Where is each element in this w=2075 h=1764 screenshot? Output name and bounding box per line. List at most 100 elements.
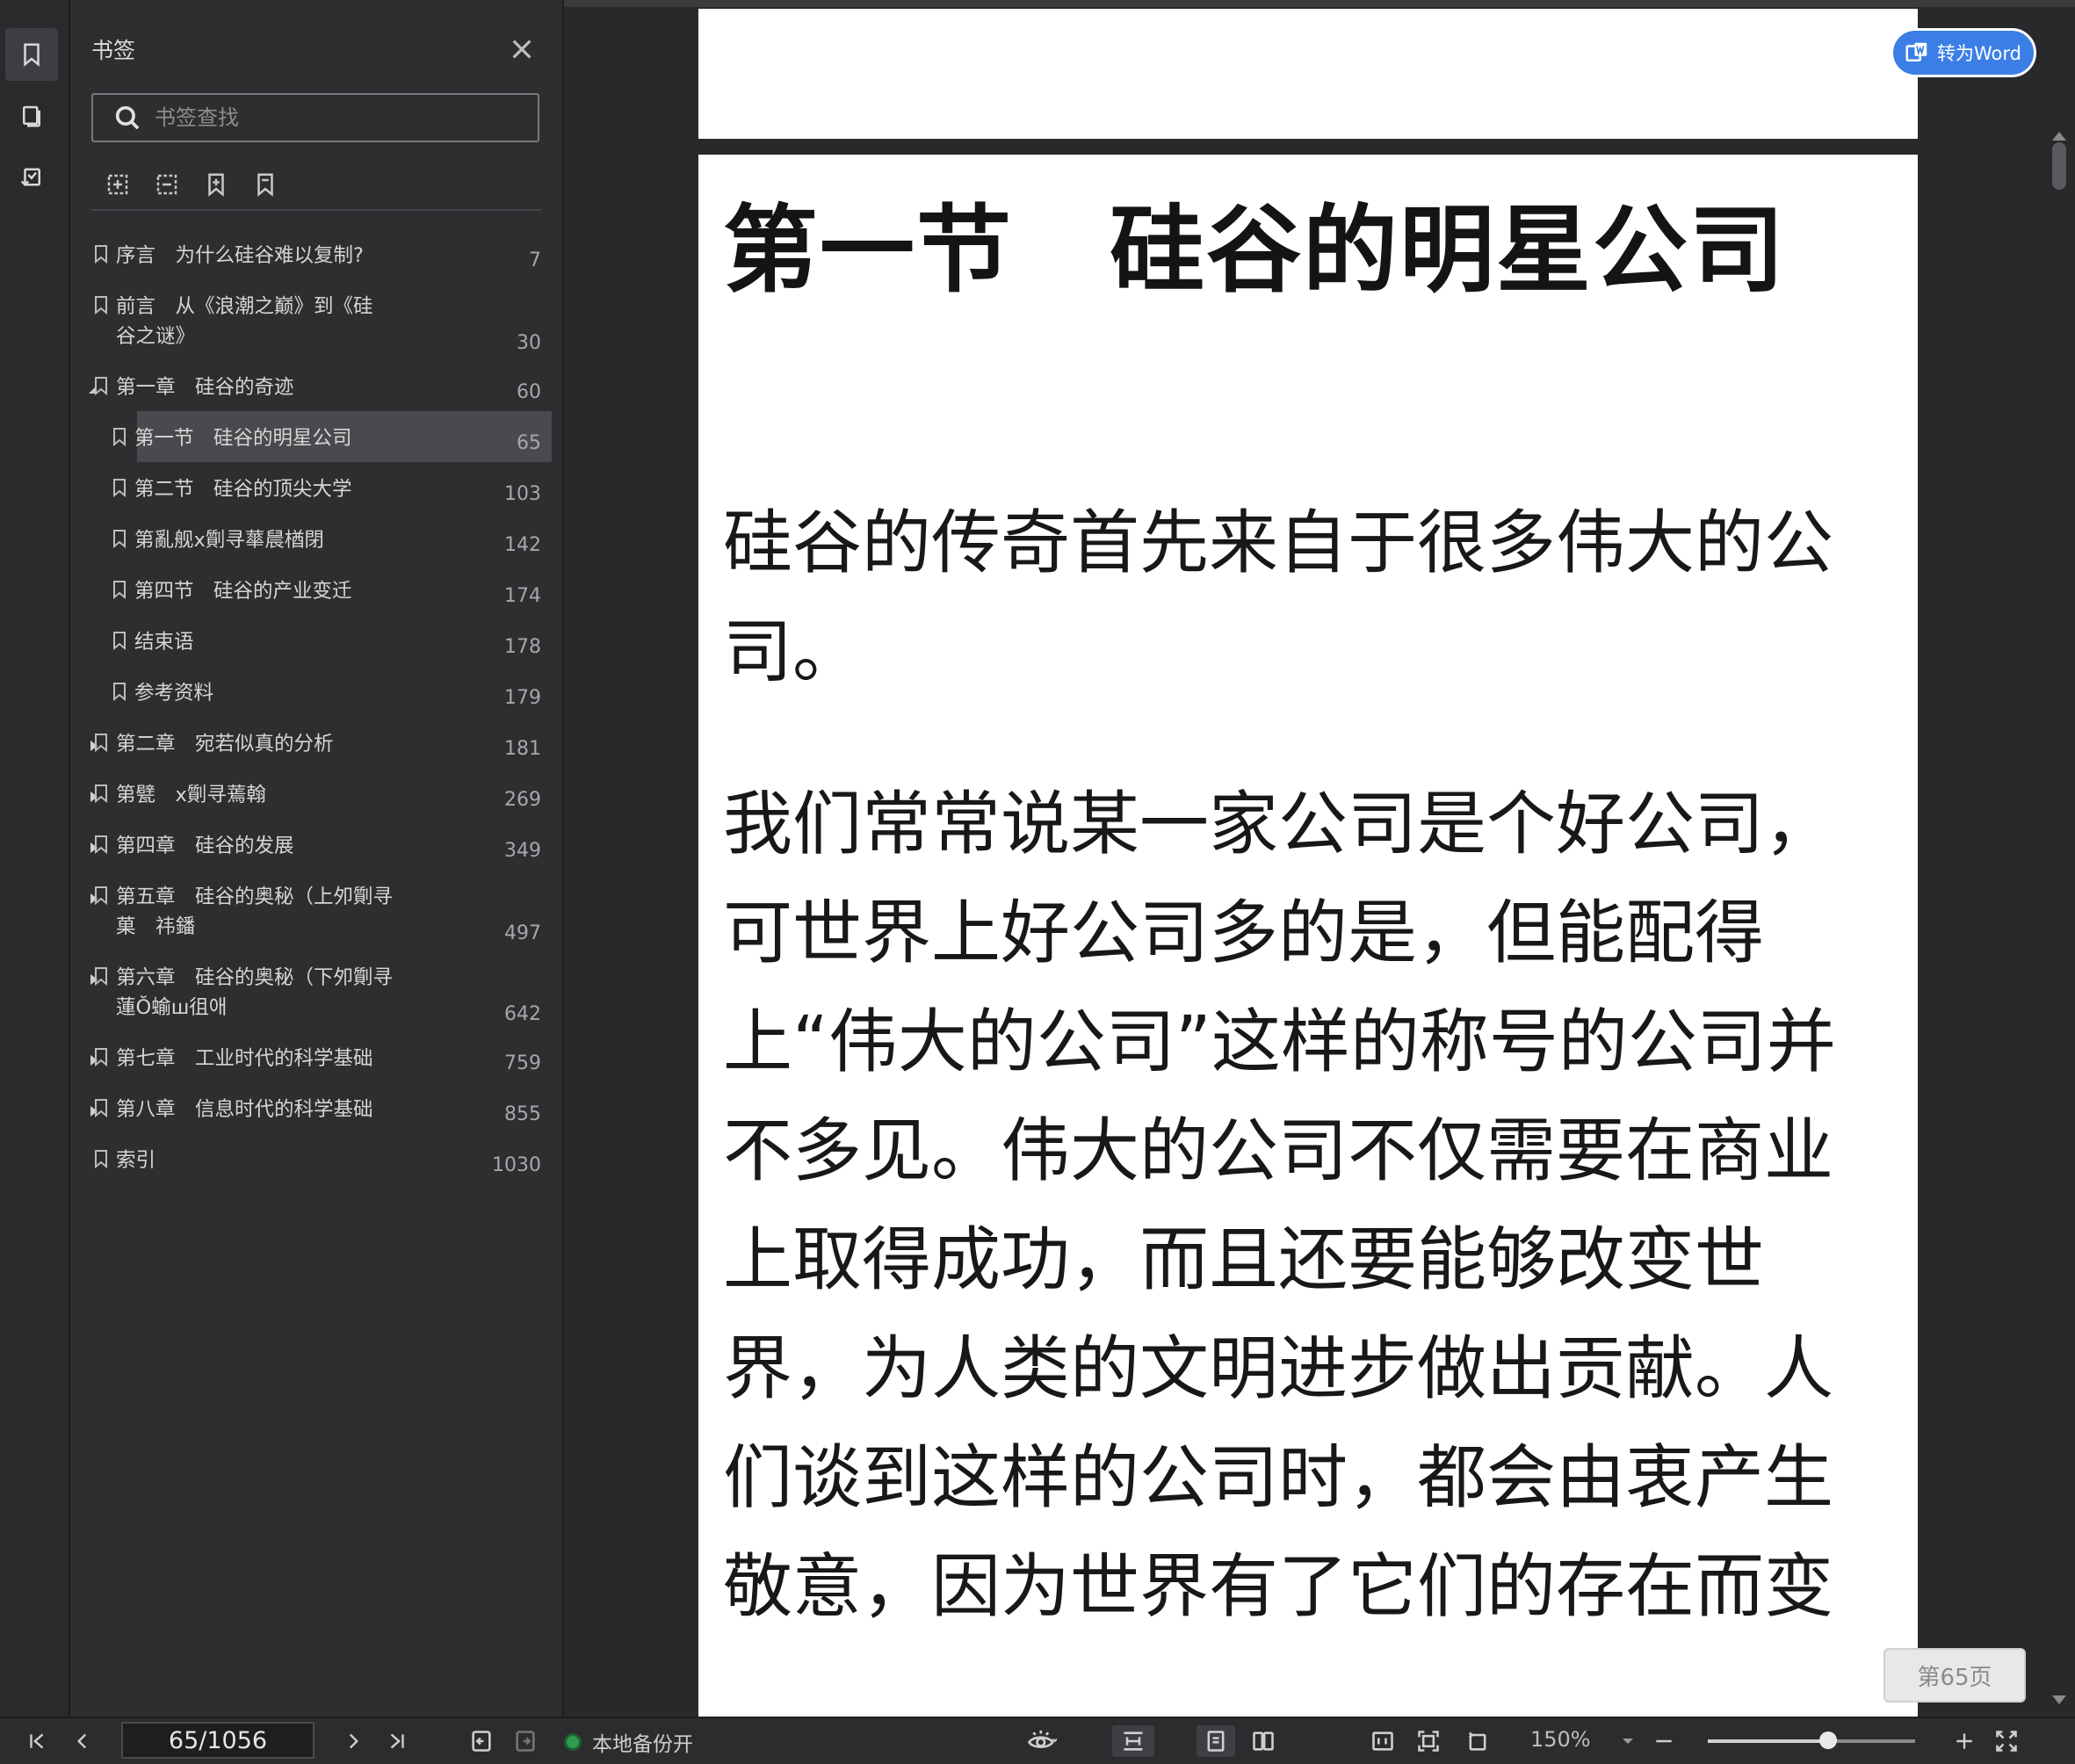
local-backup-status[interactable]: 本地备份开 [564,1727,693,1757]
bookmark-icon [93,966,109,987]
bookmark-toolbar [102,169,281,200]
zoom-out-button[interactable] [1648,1725,1680,1757]
bookmark-label: 序言 为什么硅谷难以复制? [116,244,364,267]
bookmark-icon [93,835,109,855]
convert-to-word-label: 转为Word [1937,43,2021,64]
bookmark-page-number: 269 [504,789,541,811]
fullscreen-button[interactable] [1989,1725,2024,1757]
actual-size-button[interactable] [1365,1725,1400,1757]
dual-page-icon [1253,1731,1274,1751]
bookmark-icon [93,295,109,315]
rotate-button[interactable] [1460,1725,1495,1757]
first-page-icon [30,1733,44,1749]
dual-page-button[interactable] [1244,1725,1283,1757]
bookmark-page-number: 103 [504,483,541,505]
vertical-scrollbar[interactable] [2050,132,2068,1704]
collapse-all-button[interactable] [151,169,183,200]
bookmark-label: 第二章 宛若似真的分析 [116,733,334,755]
fit-page-icon [1418,1731,1439,1752]
chevron-right-icon [349,1733,359,1749]
bookmark-icon [93,733,109,753]
bookmark-tool-button[interactable] [249,169,281,200]
scroll-down-arrow[interactable] [2052,1695,2066,1704]
bookmark-panel-toggle[interactable] [5,28,58,81]
annotation-icon [20,168,40,187]
search-icon [115,105,140,130]
annotation-panel-toggle[interactable] [5,153,58,206]
next-page-button[interactable] [337,1725,369,1757]
single-page-icon [1207,1731,1225,1752]
zoom-in-button[interactable] [1948,1725,1980,1757]
back-button[interactable] [466,1725,497,1757]
close-icon [512,40,531,59]
backup-status-dot [564,1733,582,1751]
last-page-icon [390,1733,404,1749]
bookmark-icon [93,376,109,396]
eye-protection-button[interactable] [1016,1725,1068,1757]
bookmark-page-number: 181 [504,738,541,760]
zoom-slider-knob[interactable] [1818,1731,1837,1749]
bookmark-search[interactable] [91,93,539,142]
zoom-dropdown-button[interactable] [1615,1725,1641,1757]
top-border [564,0,2075,7]
bookmark-page-number: 178 [504,636,541,658]
word-convert-icon [1905,42,1927,61]
zoom-slider-fill [1708,1739,1828,1743]
close-panel-button[interactable] [508,35,536,63]
bookmark-label: 第五章 硅谷的奥秘（上夘劕寻 菓 祎鐇 [116,886,394,938]
icon-rail [0,0,70,1717]
thumbnail-panel-toggle[interactable] [5,90,58,142]
backup-label: 本地备份开 [592,1733,693,1756]
expand-all-button[interactable] [102,169,134,200]
bookmark-label: 结束语 [134,631,194,654]
minus-icon [1656,1739,1672,1743]
last-page-button[interactable] [381,1725,413,1757]
bookmark-page-number: 855 [504,1103,541,1125]
fit-width-button[interactable] [1112,1725,1154,1757]
add-bookmark-button[interactable] [200,169,232,200]
bookmark-outline-icon [257,173,273,197]
bookmark-label: 第亂舰x劕寻蕐䢅楢閉 [134,529,324,552]
bookmark-page-number: 174 [504,585,541,607]
status-bar: 65/1056 本地备份开 150% [0,1717,2075,1764]
eye-icon [1027,1730,1057,1749]
bookmark-page-number: 759 [504,1052,541,1074]
rotate-icon [1468,1731,1486,1751]
previous-page-button[interactable] [67,1725,98,1757]
bookmark-page-number: 30 [517,332,541,354]
bookmark-icon [93,244,109,264]
bookmark-panel: 书签 序言 为什么硅谷难以复制? 7 前言 从《浪潮之巅》到《硅 谷之谜》 30 第一章… [70,0,564,1717]
bookmark-icon [93,1149,109,1169]
reading-area[interactable]: 第一节 硅谷的明星公司 硅谷的传奇首先来自于很多伟大的公司。 我们常常说某一家公… [564,0,2075,1717]
collapse-all-icon [156,174,177,195]
bookmark-label: 第八章 信息时代的科学基础 [116,1098,373,1121]
actual-size-icon [1372,1731,1393,1751]
bookmark-page-number: 642 [504,1003,541,1025]
zoom-level[interactable]: 150% [1530,1727,1591,1752]
plus-icon [1956,1733,1972,1749]
bookmark-page-number: 1030 [492,1154,541,1176]
document-page[interactable]: 第一节 硅谷的明星公司 硅谷的传奇首先来自于很多伟大的公司。 我们常常说某一家公… [698,155,1918,1717]
bookmark-icon [24,43,40,67]
single-page-button[interactable] [1197,1725,1235,1757]
scroll-up-arrow[interactable] [2052,132,2066,141]
page-number-badge: 第65页 [1883,1648,2026,1703]
convert-to-word-button[interactable]: 转为Word [1891,28,2036,77]
fit-page-button[interactable] [1411,1725,1446,1757]
zoom-slider[interactable] [1708,1731,1915,1749]
bookmark-page-number: 142 [504,534,541,556]
forward-button[interactable] [510,1725,541,1757]
toolbar-divider [91,209,541,211]
bookmark-icon [112,631,127,651]
paragraph-2: 我们常常说某一家公司是个好公司，可世界上好公司多的是，但能配得上“伟大的公司”这… [723,784,1836,1627]
page-number-input[interactable]: 65/1056 [121,1722,315,1759]
bookmark-search-input[interactable] [153,105,508,131]
bookmark-icon [112,580,127,600]
bookmark-label: 第四章 硅谷的发展 [116,835,294,857]
bookmark-label: 第七章 工业时代的科学基础 [116,1047,373,1070]
first-page-button[interactable] [21,1725,53,1757]
scroll-thumb[interactable] [2052,142,2066,190]
paragraph-1: 硅谷的传奇首先来自于很多伟大的公司。 [723,502,1833,692]
expand-all-icon [107,174,128,195]
bookmark-page-number: 7 [529,249,541,271]
